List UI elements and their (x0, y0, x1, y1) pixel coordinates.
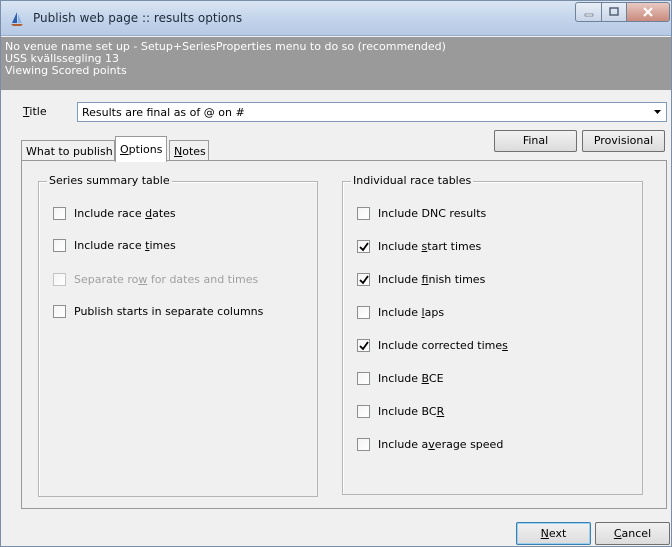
checkbox-box[interactable] (53, 207, 66, 220)
provisional-button[interactable]: Provisional (582, 130, 665, 152)
maximize-button[interactable] (601, 2, 627, 22)
title-bar[interactable]: Publish web page :: results options (1, 1, 671, 36)
checkmark-icon (359, 242, 369, 252)
final-button[interactable]: Final (494, 130, 577, 152)
tab-notes[interactable]: Notes (169, 140, 209, 161)
title-label: Title (23, 105, 47, 118)
checkbox-box[interactable] (357, 339, 370, 352)
cancel-button[interactable]: Cancel (595, 522, 670, 545)
checkbox-box[interactable] (357, 306, 370, 319)
checkbox-box[interactable] (357, 372, 370, 385)
checkbox-box[interactable] (357, 240, 370, 253)
checkbox-box (53, 273, 66, 286)
scoring-view: Viewing Scored points (5, 64, 127, 77)
tab-what-to-publish[interactable]: What to publish (21, 140, 115, 161)
close-button[interactable] (626, 2, 670, 22)
window-title: Publish web page :: results options (33, 11, 243, 25)
close-icon (643, 7, 653, 17)
checkbox-box[interactable] (357, 207, 370, 220)
title-combobox-value: Results are final as of @ on # (82, 106, 245, 119)
next-button[interactable]: Next (516, 522, 591, 545)
checkbox-box[interactable] (53, 239, 66, 252)
title-combobox[interactable]: Results are final as of @ on # (77, 102, 667, 122)
checkbox-box[interactable] (357, 273, 370, 286)
minimize-button[interactable] (575, 2, 602, 22)
publish-dialog-window: Publish web page :: results options No v… (0, 0, 672, 547)
individual-race-group: Individual race tables Include DNC resul… (342, 174, 643, 495)
minimize-icon (584, 13, 593, 17)
series-summary-group: Series summary table Include race dates … (38, 174, 318, 497)
checkbox-box[interactable] (53, 305, 66, 318)
tab-options[interactable]: Options (115, 136, 167, 162)
series-summary-legend: Series summary table (47, 174, 172, 187)
individual-race-legend: Individual race tables (351, 174, 474, 187)
checkbox-box[interactable] (357, 438, 370, 451)
checkmark-icon (359, 341, 369, 351)
checkmark-icon (359, 275, 369, 285)
options-tab-panel: Series summary table Include race dates … (21, 160, 667, 509)
dropdown-arrow-icon[interactable] (649, 103, 666, 121)
maximize-icon (609, 7, 619, 16)
series-info-banner: No venue name set up - Setup+SeriesPrope… (1, 37, 671, 90)
sailboat-icon (10, 11, 24, 27)
checkbox-box[interactable] (357, 405, 370, 418)
